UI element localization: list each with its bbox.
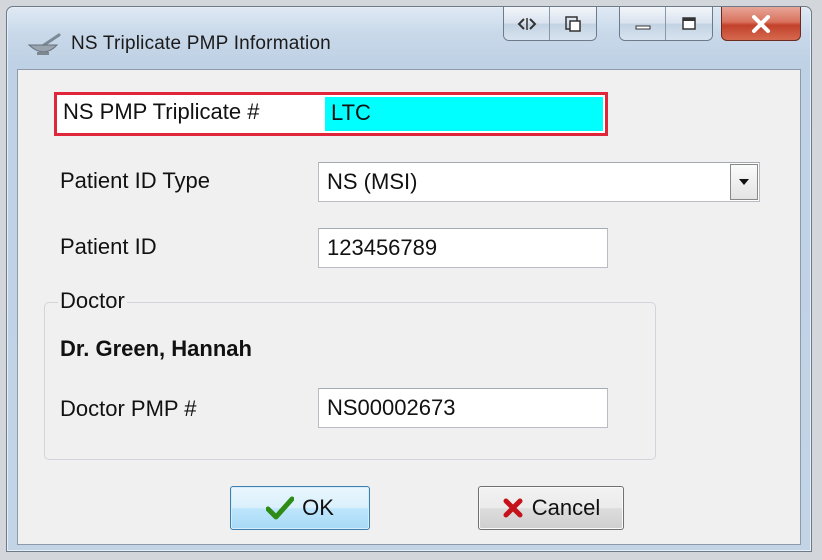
chevron-down-icon <box>739 179 749 185</box>
doctor-pmp-input[interactable]: NS00002673 <box>318 388 608 428</box>
patient-id-type-value: NS (MSI) <box>327 169 418 194</box>
patient-id-input[interactable]: 123456789 <box>318 228 608 268</box>
code-icon <box>517 17 536 30</box>
window-title: NS Triplicate PMP Information <box>71 33 331 54</box>
doctor-pmp-label: Doctor PMP # <box>60 396 197 421</box>
ok-button[interactable]: OK <box>230 486 370 530</box>
cancel-button[interactable]: Cancel <box>478 486 624 530</box>
dropdown-button[interactable] <box>730 164 758 200</box>
code-button[interactable] <box>504 7 550 40</box>
ok-label: OK <box>302 495 334 520</box>
maximize-button[interactable] <box>666 7 712 40</box>
triplicate-label: NS PMP Triplicate # <box>63 99 260 124</box>
maximize-icon <box>682 16 696 30</box>
title-bar[interactable]: NS Triplicate PMP Information <box>7 7 811 69</box>
minimize-icon <box>635 25 650 29</box>
dialog-body: NS PMP Triplicate # LTC Patient ID Type … <box>17 69 801 545</box>
checkmark-icon <box>266 496 295 520</box>
restore-icon <box>565 15 581 32</box>
patient-id-type-label: Patient ID Type <box>60 168 211 193</box>
restore-button[interactable] <box>550 7 596 40</box>
doctor-group-title: Doctor <box>58 288 127 314</box>
doctor-group <box>44 302 656 460</box>
dialog-window: NS Triplicate PMP Information NS PMP Tri… <box>6 6 812 552</box>
triplicate-highlight: NS PMP Triplicate # LTC <box>54 92 608 136</box>
close-icon <box>752 14 770 33</box>
close-button[interactable] <box>721 7 801 41</box>
cancel-label: Cancel <box>531 495 601 520</box>
minimize-button[interactable] <box>620 7 666 40</box>
patient-id-label: Patient ID <box>60 234 157 259</box>
x-mark-icon <box>503 498 523 518</box>
patient-id-type-select[interactable]: NS (MSI) <box>318 162 760 202</box>
extra-title-buttons <box>503 7 597 41</box>
doctor-name: Dr. Green, Hannah <box>60 336 252 361</box>
triplicate-input[interactable]: LTC <box>325 97 603 131</box>
mortar-pestle-icon <box>27 33 61 55</box>
window-control-buttons <box>619 7 713 41</box>
